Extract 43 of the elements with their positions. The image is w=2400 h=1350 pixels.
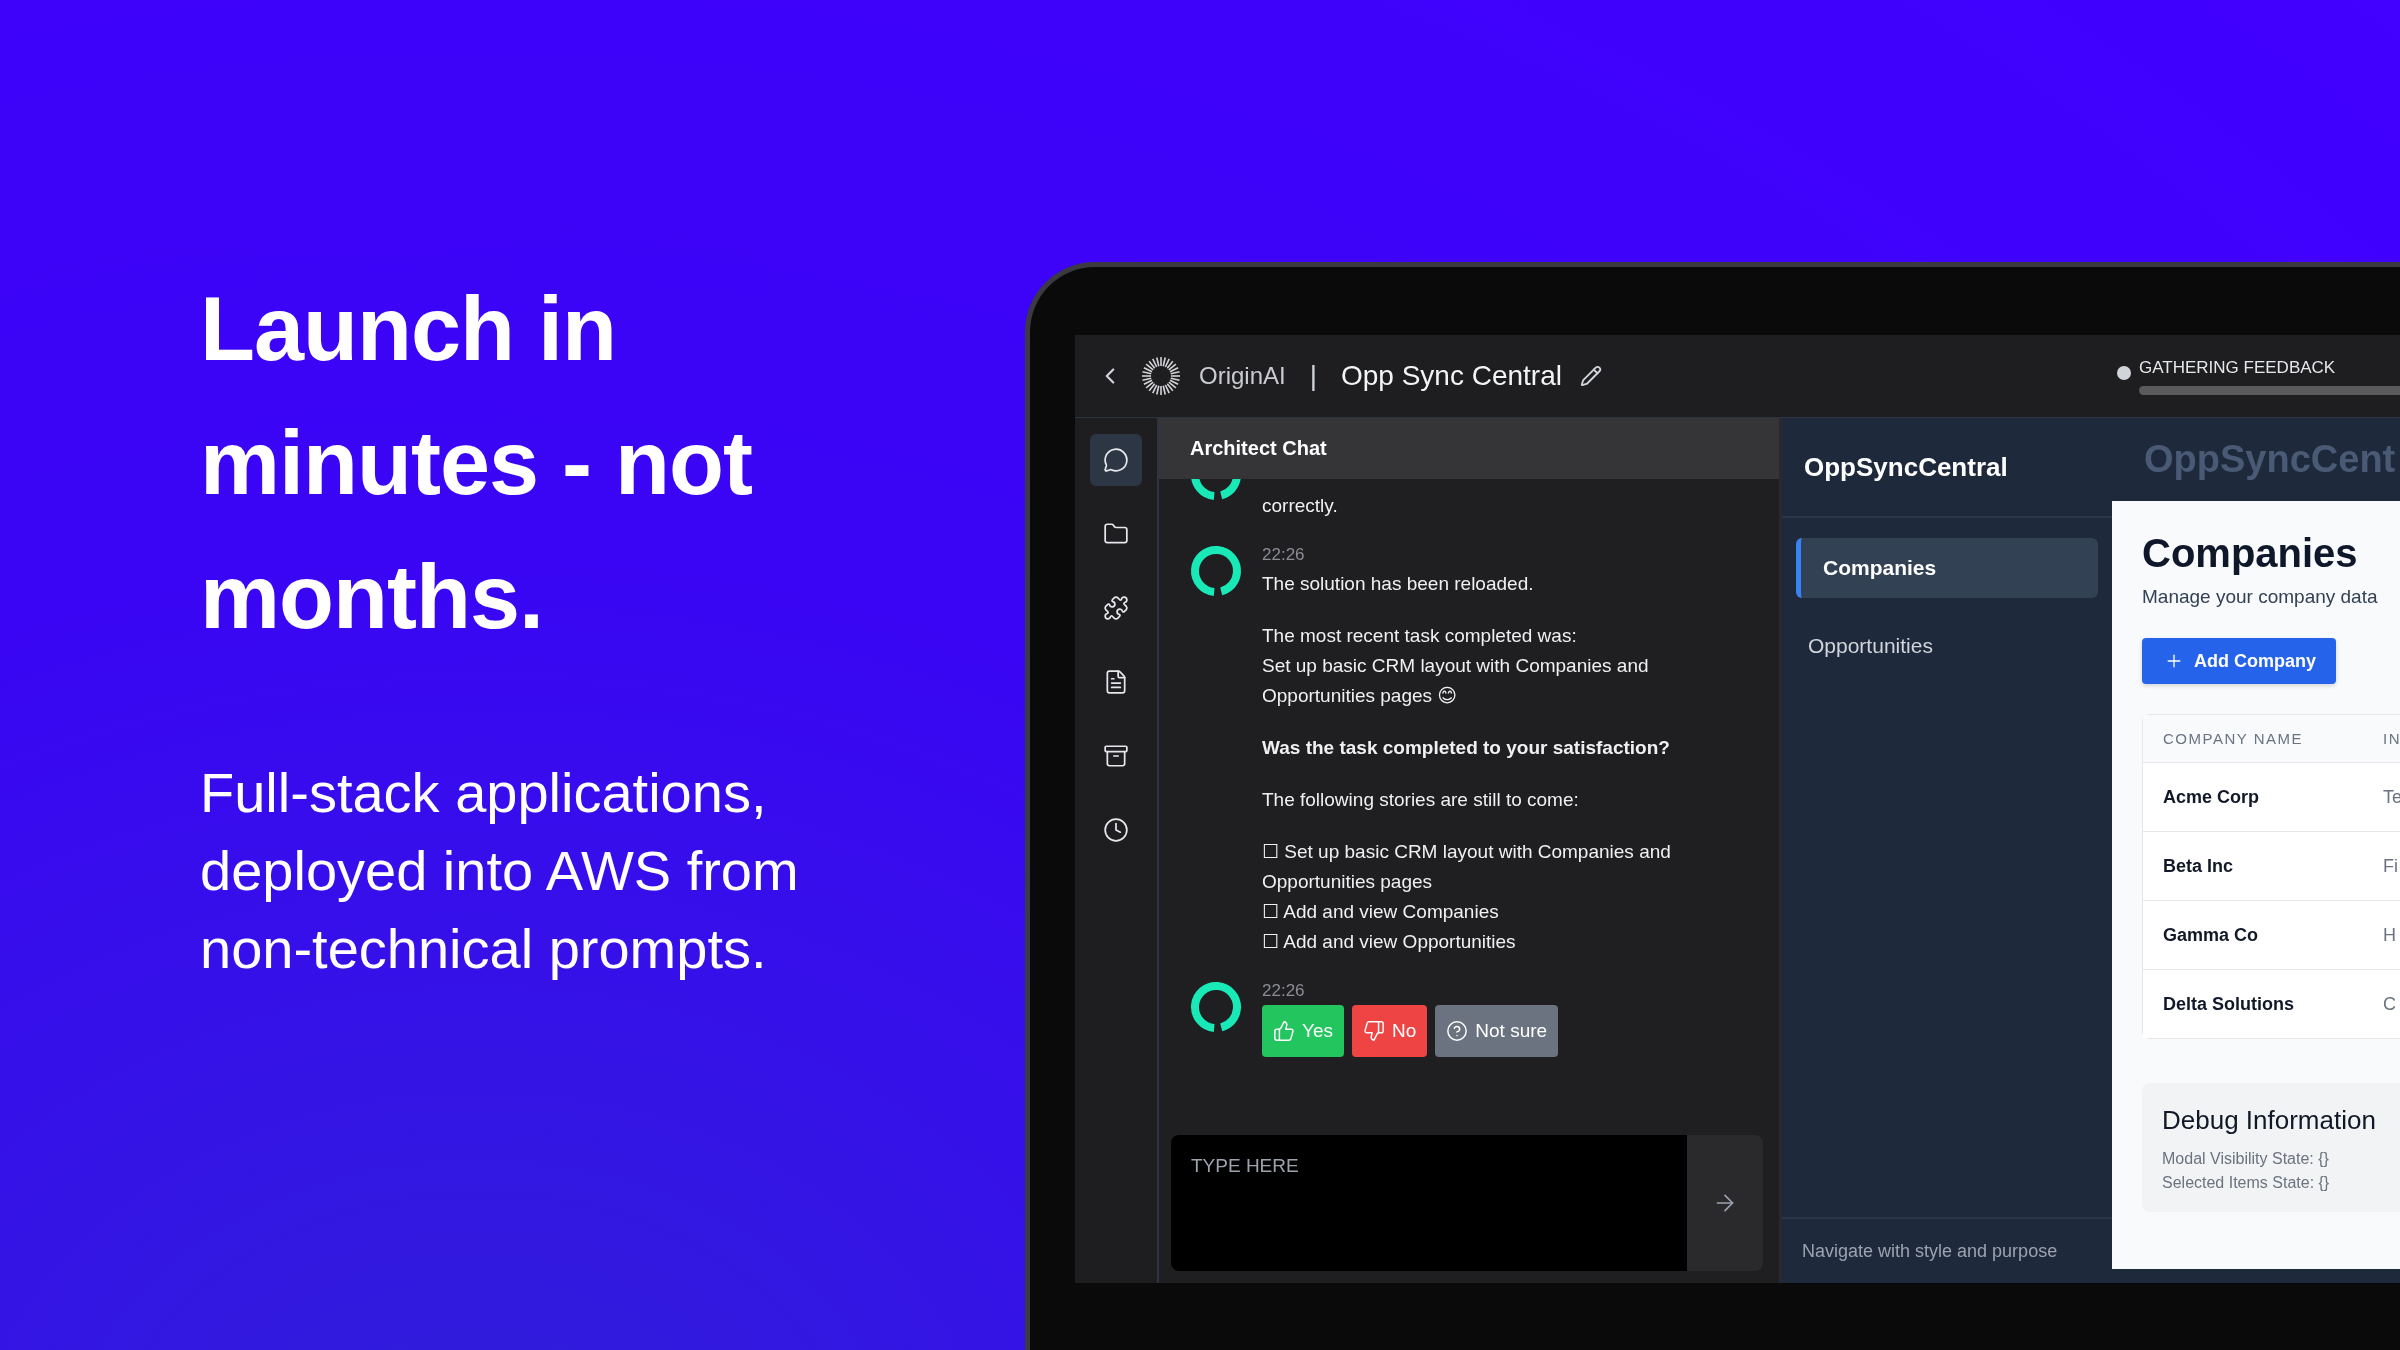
table-cell-text: Acme Corp — [2162, 786, 2261, 808]
subtitle: Full-stack applications, deployed into AWS from non-technical prompts. — [200, 760, 800, 982]
table-cell-text: Delta Solutions — [2162, 993, 2295, 1015]
chat-title: Architect Chat — [1159, 418, 1779, 479]
add-company-button[interactable]: Add Company — [2142, 638, 2336, 684]
table-cell: H — [2383, 924, 2396, 946]
project-title: Opp Sync Central — [1341, 360, 1562, 392]
edit-icon[interactable] — [1580, 365, 1602, 387]
column-header: COMPANY NAME — [2162, 730, 2304, 747]
sunburst-logo-icon — [1141, 356, 1181, 396]
nav-item[interactable]: Companies — [1796, 538, 2098, 598]
separator: | — [1309, 360, 1317, 392]
help-icon — [1446, 1020, 1469, 1042]
message-text: ☐ Set up basic CRM layout with Companies and Opportunities pages ☐ Add and view Companies ☐ Add and view Opportunities — [1262, 840, 1672, 954]
nav-item[interactable]: Opportunities — [1796, 616, 2098, 676]
thumbs-down-icon — [1363, 1020, 1385, 1042]
debug-line: Modal Visibility State: {} — [2162, 1150, 2330, 1168]
table-cell: C — [2383, 993, 2396, 1015]
feedback-button[interactable]: Not sure — [1435, 1005, 1559, 1057]
table-cell-text: Beta Inc — [2162, 855, 2235, 877]
message-input[interactable]: TYPE HERE — [1171, 1135, 1687, 1271]
headline: Launch in minutes - not months. — [200, 278, 753, 649]
message-time: 22:26 — [1262, 545, 1306, 565]
message-text: The most recent task completed was: Set up basic CRM layout with Companies and Opportunities pages 😊 — [1262, 624, 1650, 708]
message-text: correctly. — [1262, 494, 1339, 518]
thumbs-up-icon — [1273, 1020, 1295, 1042]
message-text: The solution has been reloaded. — [1262, 572, 1535, 596]
debug-title: Debug Information — [2162, 1105, 2377, 1136]
message-text: The following stories are still to come: — [1262, 788, 1580, 812]
column-header: IN — [2383, 730, 2400, 747]
debug-line: Selected Items State: {} — [2162, 1174, 2331, 1192]
status-label: GATHERING FEEDBACK — [2139, 357, 2337, 378]
feedback-button[interactable]: No — [1352, 1005, 1428, 1057]
message-text: Was the task completed to your satisfaction? — [1262, 736, 1671, 760]
page-title: Companies — [2142, 531, 2359, 576]
table-cell: Fi — [2383, 855, 2398, 877]
page-subtitle: Manage your company data — [2142, 586, 2379, 608]
table-cell-text: Gamma Co — [2162, 924, 2260, 946]
brand-name: OriginAI — [1199, 362, 1286, 390]
chat-icon[interactable] — [1090, 434, 1142, 486]
faded-title: OppSyncCent — [2143, 437, 2397, 482]
status-dot — [2117, 365, 2131, 380]
message-time: 22:26 — [1262, 981, 1306, 1001]
